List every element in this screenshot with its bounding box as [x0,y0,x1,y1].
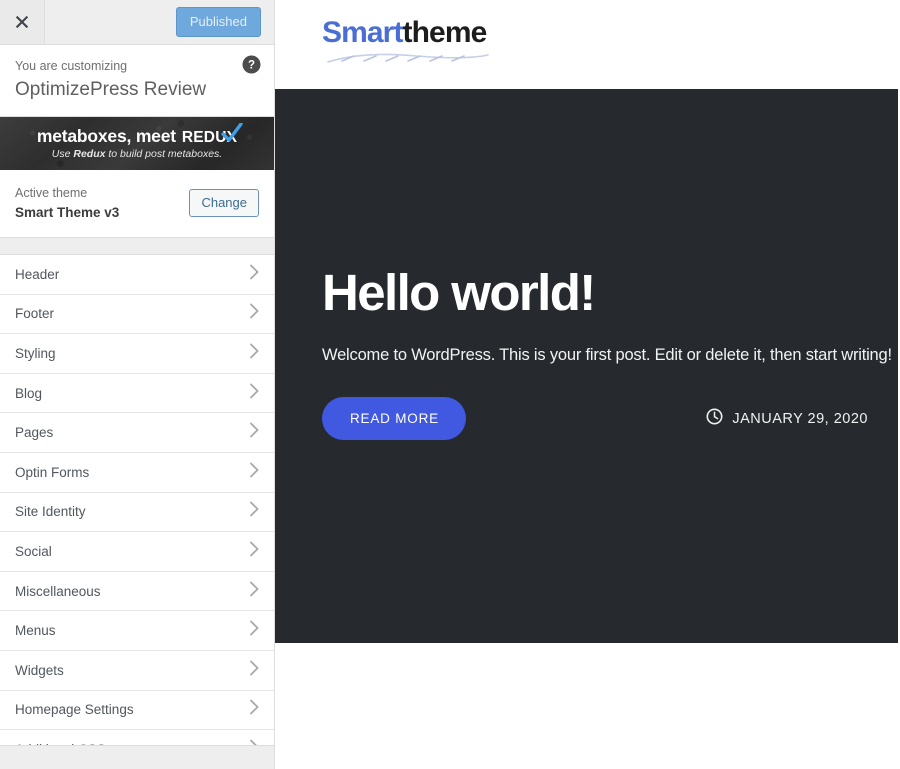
chevron-right-icon [249,264,260,285]
sidebar-item-widgets[interactable]: Widgets [0,651,274,691]
post-date-text: JANUARY 29, 2020 [732,410,868,427]
sidebar-item-pages[interactable]: Pages [0,413,274,454]
sidebar-footer [0,745,274,769]
sidebar-item-homepage-settings[interactable]: Homepage Settings [0,691,274,731]
chevron-right-icon [249,581,260,602]
chevron-right-icon [249,343,260,364]
site-logo[interactable]: Smarttheme [322,16,489,63]
publish-button[interactable]: Published [175,6,261,38]
chevron-right-icon [249,699,260,720]
redux-promo-banner[interactable]: metaboxes, meet REDUX Use Redux to build… [0,117,274,171]
customizer-sidebar: Published You are customizing OptimizePr… [0,0,275,769]
sidebar-item-miscellaneous[interactable]: Miscellaneous [0,572,274,612]
redux-subline-suffix: to build post metaboxes. [105,148,223,161]
close-icon [15,15,29,29]
sidebar-item-site-identity[interactable]: Site Identity [0,493,274,533]
theme-preview-frame: Smarttheme Hello world! Welcome to WordP… [275,0,900,769]
post-title: Hello world! [322,264,596,321]
chevron-right-icon [249,462,260,483]
panel-separator [0,238,274,256]
change-theme-button[interactable]: Change [189,189,259,218]
chevron-right-icon [249,303,260,324]
chevron-right-icon [249,541,260,562]
active-theme-name: Smart Theme v3 [15,204,120,220]
sidebar-item-label: Widgets [15,662,64,678]
sidebar-item-label: Header [15,266,60,282]
close-customizer-button[interactable] [0,0,45,44]
chevron-right-icon [249,383,260,404]
header-spacer [45,0,176,44]
post-excerpt: Welcome to WordPress. This is your first… [322,346,892,364]
redux-banner-subline: Use Redux to build post metaboxes. [52,149,222,160]
redux-subline-prefix: Use [51,148,74,161]
sidebar-item-label: Social [15,544,52,560]
sidebar-item-optin-forms[interactable]: Optin Forms [0,453,274,493]
redux-headline-part1: metaboxes, meet [36,125,176,146]
sidebar-item-styling[interactable]: Styling [0,334,274,374]
active-theme-block: Active theme Smart Theme v3 Change [0,170,274,239]
sidebar-item-menus[interactable]: Menus [0,611,274,652]
hero-content: Hello world! Welcome to WordPress. This … [275,89,898,441]
customizer-header-bar: Published [0,0,274,45]
clock-icon [706,408,723,429]
logo-swoosh-icon [324,51,492,64]
sidebar-item-label: Styling [15,346,56,362]
sidebar-item-label: Menus [15,623,56,639]
read-more-button[interactable]: READ MORE [322,397,466,441]
active-theme-label: Active theme [15,186,88,201]
hero-post-banner: Hello world! Welcome to WordPress. This … [275,89,898,643]
active-theme-info: Active theme Smart Theme v3 [15,184,119,222]
sidebar-item-label: Footer [15,306,55,322]
logo-part-theme: theme [402,16,488,49]
redux-subline-strong: Redux [73,148,106,161]
check-icon [221,122,243,143]
chevron-right-icon [249,501,260,522]
sidebar-item-label: Blog [15,385,43,401]
sidebar-item-social[interactable]: Social [0,532,274,572]
chevron-right-icon [249,422,260,443]
sidebar-item-footer[interactable]: Footer [0,295,274,335]
svg-text:?: ? [248,60,255,72]
customizer-app: Published You are customizing OptimizePr… [0,0,900,769]
help-icon[interactable]: ? [242,55,261,74]
site-header: Smarttheme [275,0,900,89]
customizing-eyebrow: You are customizing [15,59,128,73]
chevron-right-icon [249,660,260,681]
publish-button-area: Published [175,0,274,44]
logo-part-smart: Smart [322,16,403,49]
sidebar-item-label: Miscellaneous [15,583,101,599]
customizing-title-block: You are customizing OptimizePress Review… [0,45,274,118]
post-date: JANUARY 29, 2020 [706,408,868,429]
site-name-title: OptimizePress Review [15,78,207,100]
sidebar-item-label: Optin Forms [15,464,90,480]
sidebar-item-label: Homepage Settings [15,702,134,718]
post-meta-row: READ MORE JANUARY 29, 2020 [322,397,868,441]
sidebar-item-blog[interactable]: Blog [0,374,274,414]
sidebar-item-label: Site Identity [15,504,86,520]
sidebar-item-label: Pages [15,425,54,441]
sidebar-item-header[interactable]: Header [0,255,274,295]
sidebar-item-additional-css[interactable]: Additional CSS [0,730,274,745]
redux-headline-part2: REDUX [182,122,243,146]
site-logo-text: Smarttheme [322,16,488,49]
customizer-panel-list: Header Footer Styling Blog Pages Optin Forms S… [0,255,274,745]
chevron-right-icon [249,620,260,641]
redux-banner-headline: metaboxes, meet REDUX [36,122,243,146]
